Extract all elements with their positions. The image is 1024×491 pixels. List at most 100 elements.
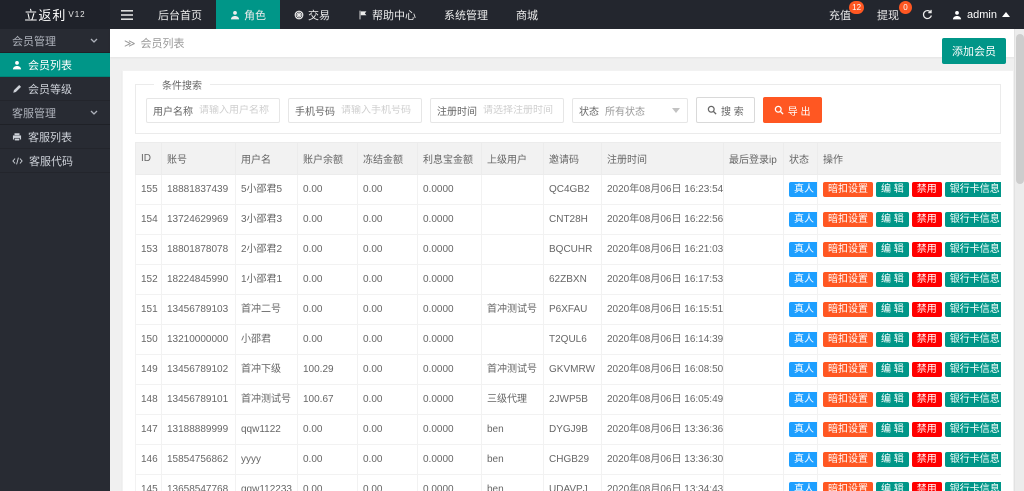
refresh-button[interactable] — [912, 0, 942, 29]
action-disable[interactable]: 禁用 — [912, 392, 942, 407]
action-disable[interactable]: 禁用 — [912, 272, 942, 287]
status-select[interactable]: 所有状态 — [605, 103, 687, 118]
username-input[interactable] — [199, 105, 279, 116]
action-bankcard-info[interactable]: 银行卡信息 — [945, 272, 1001, 287]
action-edit[interactable]: 编 辑 — [876, 482, 909, 491]
cell-username: 2小邵君2 — [236, 235, 298, 265]
action-disable[interactable]: 禁用 — [912, 362, 942, 377]
status-badge[interactable]: 真人 — [789, 242, 818, 257]
sidebar-item-2[interactable]: 会员等级 — [0, 77, 110, 101]
action-disable[interactable]: 禁用 — [912, 212, 942, 227]
action-edit[interactable]: 编 辑 — [876, 332, 909, 347]
action-deduct-settings[interactable]: 暗扣设置 — [823, 302, 873, 317]
action-edit[interactable]: 编 辑 — [876, 422, 909, 437]
cell-account: 13456789102 — [162, 355, 236, 385]
action-edit[interactable]: 编 辑 — [876, 452, 909, 467]
cell-username: yyyy — [236, 445, 298, 475]
nav-item-3[interactable]: 帮助中心 — [344, 0, 430, 29]
cell-last-ip — [724, 415, 784, 445]
action-bankcard-info[interactable]: 银行卡信息 — [945, 182, 1001, 197]
status-badge[interactable]: 真人 — [789, 422, 818, 437]
cell-id: 151 — [136, 295, 162, 325]
action-deduct-settings[interactable]: 暗扣设置 — [823, 452, 873, 467]
page-scrollbar[interactable] — [1014, 29, 1024, 491]
sidebar-group-3[interactable]: 客服管理 — [0, 101, 110, 125]
export-button[interactable]: 导 出 — [763, 97, 822, 123]
action-bankcard-info[interactable]: 银行卡信息 — [945, 212, 1001, 227]
chevron-down-icon — [90, 110, 98, 115]
search-button[interactable]: 搜 索 — [696, 97, 755, 123]
action-bankcard-info[interactable]: 银行卡信息 — [945, 452, 1001, 467]
action-deduct-settings[interactable]: 暗扣设置 — [823, 332, 873, 347]
action-deduct-settings[interactable]: 暗扣设置 — [823, 362, 873, 377]
sidebar-group-0[interactable]: 会员管理 — [0, 29, 110, 53]
code-icon — [12, 156, 23, 166]
status-badge[interactable]: 真人 — [789, 392, 818, 407]
status-badge[interactable]: 真人 — [789, 212, 818, 227]
action-edit[interactable]: 编 辑 — [876, 392, 909, 407]
action-bankcard-info[interactable]: 银行卡信息 — [945, 392, 1001, 407]
action-edit[interactable]: 编 辑 — [876, 182, 909, 197]
add-member-button[interactable]: 添加会员 — [942, 38, 1006, 64]
nav-item-4[interactable]: 系统管理 — [430, 0, 502, 29]
status-badge[interactable]: 真人 — [789, 452, 818, 467]
action-edit[interactable]: 编 辑 — [876, 212, 909, 227]
action-edit[interactable]: 编 辑 — [876, 272, 909, 287]
action-deduct-settings[interactable]: 暗扣设置 — [823, 272, 873, 287]
scrollbar-thumb[interactable] — [1016, 34, 1024, 184]
action-deduct-settings[interactable]: 暗扣设置 — [823, 422, 873, 437]
cell-actions: 暗扣设置编 辑禁用银行卡信息地址信息 — [818, 265, 1002, 295]
recharge-link[interactable]: 充值 12 — [816, 0, 864, 29]
action-bankcard-info[interactable]: 银行卡信息 — [945, 362, 1001, 377]
phone-input[interactable] — [341, 105, 421, 116]
sidebar-item-4[interactable]: 客服列表 — [0, 125, 110, 149]
action-disable[interactable]: 禁用 — [912, 242, 942, 257]
cell-username: 5小邵君5 — [236, 175, 298, 205]
action-bankcard-info[interactable]: 银行卡信息 — [945, 302, 1001, 317]
action-disable[interactable]: 禁用 — [912, 482, 942, 491]
action-bankcard-info[interactable]: 银行卡信息 — [945, 332, 1001, 347]
sidebar-item-label: 客服代码 — [29, 153, 73, 169]
withdraw-badge: 0 — [899, 1, 912, 14]
action-deduct-settings[interactable]: 暗扣设置 — [823, 212, 873, 227]
user-menu[interactable]: admin — [942, 0, 1024, 29]
action-edit[interactable]: 编 辑 — [876, 242, 909, 257]
action-disable[interactable]: 禁用 — [912, 302, 942, 317]
regtime-field-group: 注册时间 — [430, 98, 564, 123]
action-edit[interactable]: 编 辑 — [876, 362, 909, 377]
cell-regtime: 2020年08月06日 13:36:36 — [602, 415, 724, 445]
action-disable[interactable]: 禁用 — [912, 332, 942, 347]
action-edit[interactable]: 编 辑 — [876, 302, 909, 317]
action-disable[interactable]: 禁用 — [912, 452, 942, 467]
status-badge[interactable]: 真人 — [789, 482, 818, 491]
nav-item-1[interactable]: 角色 — [216, 0, 280, 29]
status-badge[interactable]: 真人 — [789, 182, 818, 197]
action-disable[interactable]: 禁用 — [912, 182, 942, 197]
cell-username: 1小邵君1 — [236, 265, 298, 295]
cell-last-ip — [724, 235, 784, 265]
regtime-input[interactable] — [483, 105, 563, 116]
action-bankcard-info[interactable]: 银行卡信息 — [945, 482, 1001, 491]
nav-item-0[interactable]: 后台首页 — [144, 0, 216, 29]
action-disable[interactable]: 禁用 — [912, 422, 942, 437]
cell-last-ip — [724, 295, 784, 325]
sidebar-item-5[interactable]: 客服代码 — [0, 149, 110, 173]
action-deduct-settings[interactable]: 暗扣设置 — [823, 182, 873, 197]
action-deduct-settings[interactable]: 暗扣设置 — [823, 242, 873, 257]
status-badge[interactable]: 真人 — [789, 302, 818, 317]
sidebar-item-1[interactable]: 会员列表 — [0, 53, 110, 77]
menu-toggle[interactable] — [110, 0, 144, 29]
regtime-label: 注册时间 — [431, 103, 483, 118]
action-bankcard-info[interactable]: 银行卡信息 — [945, 422, 1001, 437]
status-badge[interactable]: 真人 — [789, 362, 818, 377]
status-badge[interactable]: 真人 — [789, 332, 818, 347]
action-deduct-settings[interactable]: 暗扣设置 — [823, 482, 873, 491]
withdraw-link[interactable]: 提现 0 — [864, 0, 912, 29]
status-badge[interactable]: 真人 — [789, 272, 818, 287]
nav-item-5[interactable]: 商城 — [502, 0, 552, 29]
action-deduct-settings[interactable]: 暗扣设置 — [823, 392, 873, 407]
action-bankcard-info[interactable]: 银行卡信息 — [945, 242, 1001, 257]
search-icon — [707, 105, 717, 115]
cell-balance: 0.00 — [298, 415, 358, 445]
nav-item-2[interactable]: 交易 — [280, 0, 344, 29]
